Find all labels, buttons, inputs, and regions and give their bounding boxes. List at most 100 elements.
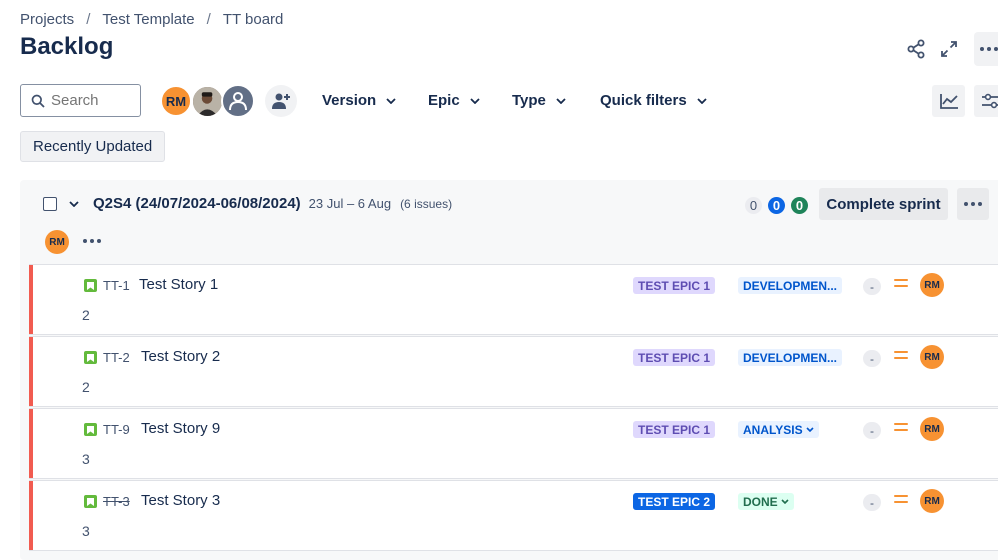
- page-title: Backlog: [20, 33, 113, 61]
- add-people-icon: [271, 92, 291, 110]
- breadcrumb-separator: /: [86, 11, 90, 28]
- estimate-badge: -: [863, 350, 881, 367]
- chevron-down-icon: [697, 98, 707, 104]
- story-icon: [84, 279, 97, 292]
- search-icon: [31, 94, 45, 108]
- breadcrumb-tt-board[interactable]: TT board: [223, 11, 284, 28]
- breadcrumb-test-template[interactable]: Test Template: [102, 11, 194, 28]
- chevron-down-icon: [781, 499, 789, 504]
- epic-badge[interactable]: TEST EPIC 2: [633, 493, 715, 510]
- search-input[interactable]: [51, 92, 131, 109]
- status-label: DEVELOPMEN...: [743, 279, 837, 293]
- version-filter[interactable]: Version: [322, 92, 396, 109]
- priority-medium-icon: [894, 423, 908, 435]
- issue-key[interactable]: TT-2: [103, 350, 130, 365]
- quick-filters-label: Quick filters: [600, 92, 687, 109]
- priority-medium-icon: [894, 495, 908, 507]
- user-photo-icon: [193, 85, 222, 118]
- default-user-icon: [227, 90, 249, 112]
- story-icon: [84, 495, 97, 508]
- epic-badge[interactable]: TEST EPIC 1: [633, 421, 715, 438]
- avatar-initials: RM: [924, 352, 940, 363]
- story-points: 2: [82, 307, 90, 323]
- issue-summary[interactable]: Test Story 2: [141, 348, 220, 365]
- todo-count-badge: 0: [745, 197, 762, 214]
- issue-flag-bar: [29, 337, 33, 406]
- insights-button[interactable]: [932, 85, 965, 117]
- share-icon: [906, 39, 926, 59]
- avatar-default[interactable]: [221, 84, 255, 118]
- story-points: 2: [82, 379, 90, 395]
- epic-badge[interactable]: TEST EPIC 1: [633, 277, 715, 294]
- avatar-initials: RM: [924, 280, 940, 291]
- breadcrumb: Projects / Test Template / TT board: [20, 11, 283, 28]
- sprint-checkbox[interactable]: [43, 197, 57, 211]
- status-dropdown[interactable]: ANALYSIS: [738, 421, 819, 438]
- sprint-assignee-more[interactable]: [80, 233, 104, 249]
- story-icon: [84, 423, 97, 436]
- estimate-badge: -: [863, 278, 881, 295]
- more-icon: [979, 46, 998, 52]
- view-settings-icon: [981, 93, 998, 109]
- view-settings-button[interactable]: [974, 85, 998, 117]
- estimate-badge: -: [863, 494, 881, 511]
- avatar-rm[interactable]: RM: [160, 85, 192, 117]
- sprint-more-button[interactable]: [957, 188, 989, 220]
- breadcrumb-projects[interactable]: Projects: [20, 11, 74, 28]
- issue-flag-bar: [29, 265, 33, 334]
- sprint-assignee-avatar[interactable]: RM: [45, 230, 69, 254]
- add-people-button[interactable]: [265, 85, 297, 117]
- status-badge[interactable]: DEVELOPMEN...: [738, 349, 842, 366]
- page-more-button[interactable]: [974, 32, 998, 66]
- status-label: DONE: [743, 495, 778, 509]
- issue-assignee-avatar[interactable]: RM: [920, 273, 944, 297]
- issue-key[interactable]: TT-1: [103, 278, 130, 293]
- issue-row[interactable]: TT-9 Test Story 9 3 TEST EPIC 1 ANALYSIS…: [29, 408, 998, 479]
- issue-key[interactable]: TT-9: [103, 422, 130, 437]
- chevron-down-icon: [806, 427, 814, 432]
- version-filter-label: Version: [322, 92, 376, 109]
- issue-flag-bar: [29, 409, 33, 478]
- epic-filter[interactable]: Epic: [428, 92, 480, 109]
- recently-updated-filter[interactable]: Recently Updated: [20, 131, 165, 162]
- share-button[interactable]: [903, 36, 929, 62]
- complete-sprint-button[interactable]: Complete sprint: [819, 188, 948, 220]
- issue-assignee-avatar[interactable]: RM: [920, 345, 944, 369]
- breadcrumb-separator: /: [207, 11, 211, 28]
- expand-button[interactable]: [936, 36, 962, 62]
- epic-filter-label: Epic: [428, 92, 460, 109]
- quick-filters[interactable]: Quick filters: [600, 92, 707, 109]
- issue-key[interactable]: TT-3: [103, 494, 130, 509]
- type-filter-label: Type: [512, 92, 546, 109]
- issue-flag-bar: [29, 481, 33, 550]
- status-badge[interactable]: DEVELOPMEN...: [738, 277, 842, 294]
- more-icon: [82, 238, 102, 244]
- epic-badge[interactable]: TEST EPIC 1: [633, 349, 715, 366]
- sprint-header: Q2S4 (24/07/2024-06/08/2024) 23 Jul – 6 …: [43, 195, 452, 212]
- issue-summary[interactable]: Test Story 3: [141, 492, 220, 509]
- priority-medium-icon: [894, 351, 908, 363]
- avatar-initials: RM: [924, 496, 940, 507]
- issue-row[interactable]: TT-2 Test Story 2 2 TEST EPIC 1 DEVELOPM…: [29, 336, 998, 407]
- chevron-down-icon[interactable]: [69, 201, 79, 207]
- issue-assignee-avatar[interactable]: RM: [920, 489, 944, 513]
- expand-icon: [940, 40, 958, 58]
- issue-summary[interactable]: Test Story 1: [139, 276, 218, 293]
- sprint-issue-count: (6 issues): [400, 197, 452, 211]
- story-points: 3: [82, 451, 90, 467]
- sprint-dates: 23 Jul – 6 Aug: [309, 196, 391, 211]
- sprint-name[interactable]: Q2S4 (24/07/2024-06/08/2024): [93, 195, 301, 212]
- search-box[interactable]: [20, 84, 141, 117]
- avatar-photo[interactable]: [191, 85, 224, 118]
- issue-assignee-avatar[interactable]: RM: [920, 417, 944, 441]
- issue-summary[interactable]: Test Story 9: [141, 420, 220, 437]
- type-filter[interactable]: Type: [512, 92, 566, 109]
- in-progress-count-badge: 0: [768, 197, 785, 214]
- story-points: 3: [82, 523, 90, 539]
- chevron-down-icon: [556, 98, 566, 104]
- status-dropdown[interactable]: DONE: [738, 493, 794, 510]
- avatar-initials: RM: [166, 94, 186, 109]
- issue-row[interactable]: TT-1 Test Story 1 2 TEST EPIC 1 DEVELOPM…: [29, 264, 998, 335]
- issue-row[interactable]: TT-3 Test Story 3 3 TEST EPIC 2 DONE - R…: [29, 480, 998, 551]
- chevron-down-icon: [470, 98, 480, 104]
